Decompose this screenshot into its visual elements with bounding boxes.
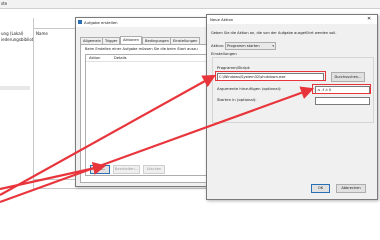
arrow-to-arguments-field bbox=[0, 86, 315, 204]
annotation-arrows bbox=[0, 74, 315, 204]
